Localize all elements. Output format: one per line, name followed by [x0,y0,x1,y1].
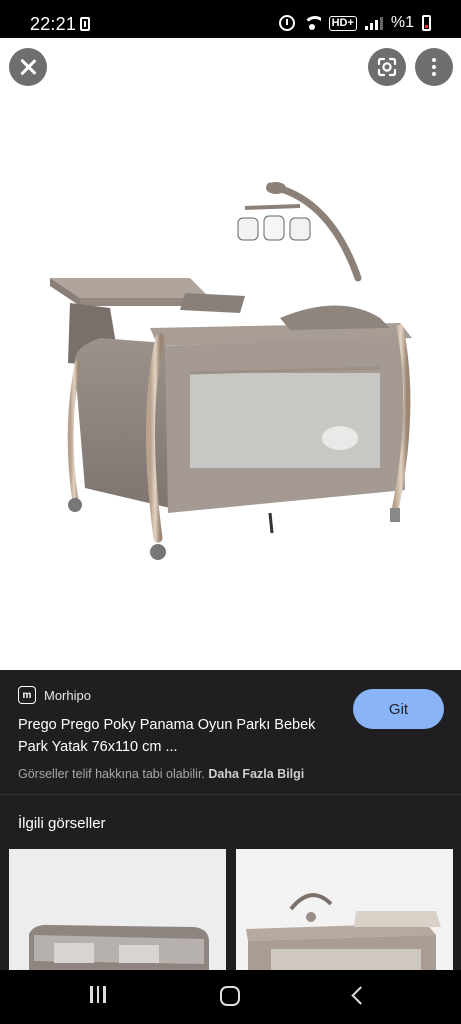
source-row[interactable]: m Morhipo [18,686,91,704]
source-logo: m [18,686,36,704]
wifi-icon [302,16,321,30]
signal-icon [364,16,383,30]
thumbnail-image [29,924,209,971]
related-thumbnail[interactable] [9,849,226,971]
status-time: 22:21 [30,14,77,34]
product-image[interactable] [40,168,420,568]
source-name: Morhipo [44,687,91,703]
image-info-panel: m Morhipo Prego Prego Poky Panama Oyun P… [0,670,461,794]
google-lens-icon [377,57,397,77]
battery-percent: %1 [390,14,414,31]
close-button[interactable] [9,48,47,86]
system-nav-bar [0,970,461,1024]
copyright-notice: Görseller telif hakkına tabi olabilir. D… [18,767,304,781]
hd-voice-icon: HD+ [328,15,357,31]
copyright-text: Görseller telif hakkına tabi olabilir. [18,767,205,781]
close-icon [19,58,37,76]
alarm-icon [278,15,295,31]
home-icon[interactable] [220,986,240,1006]
thumbnail-image [246,893,441,971]
status-icons: HD+ %1 [278,14,431,32]
google-lens-button[interactable] [368,48,406,86]
more-options-button[interactable] [415,48,453,86]
battery-saver-icon [80,17,90,31]
more-vert-icon [432,58,436,76]
recents-icon[interactable] [90,986,106,1003]
related-images-section: İlgili görseller [0,794,461,971]
visit-button[interactable]: Git [353,689,444,729]
result-title[interactable]: Prego Prego Poky Panama Oyun Parkı Bebek… [18,714,338,758]
back-icon[interactable] [350,986,364,1006]
related-thumbnail[interactable] [236,849,453,971]
related-title: İlgili görseller [18,815,106,832]
more-info-link[interactable]: Daha Fazla Bilgi [208,767,304,781]
battery-icon [422,15,431,31]
image-viewer [0,38,461,670]
